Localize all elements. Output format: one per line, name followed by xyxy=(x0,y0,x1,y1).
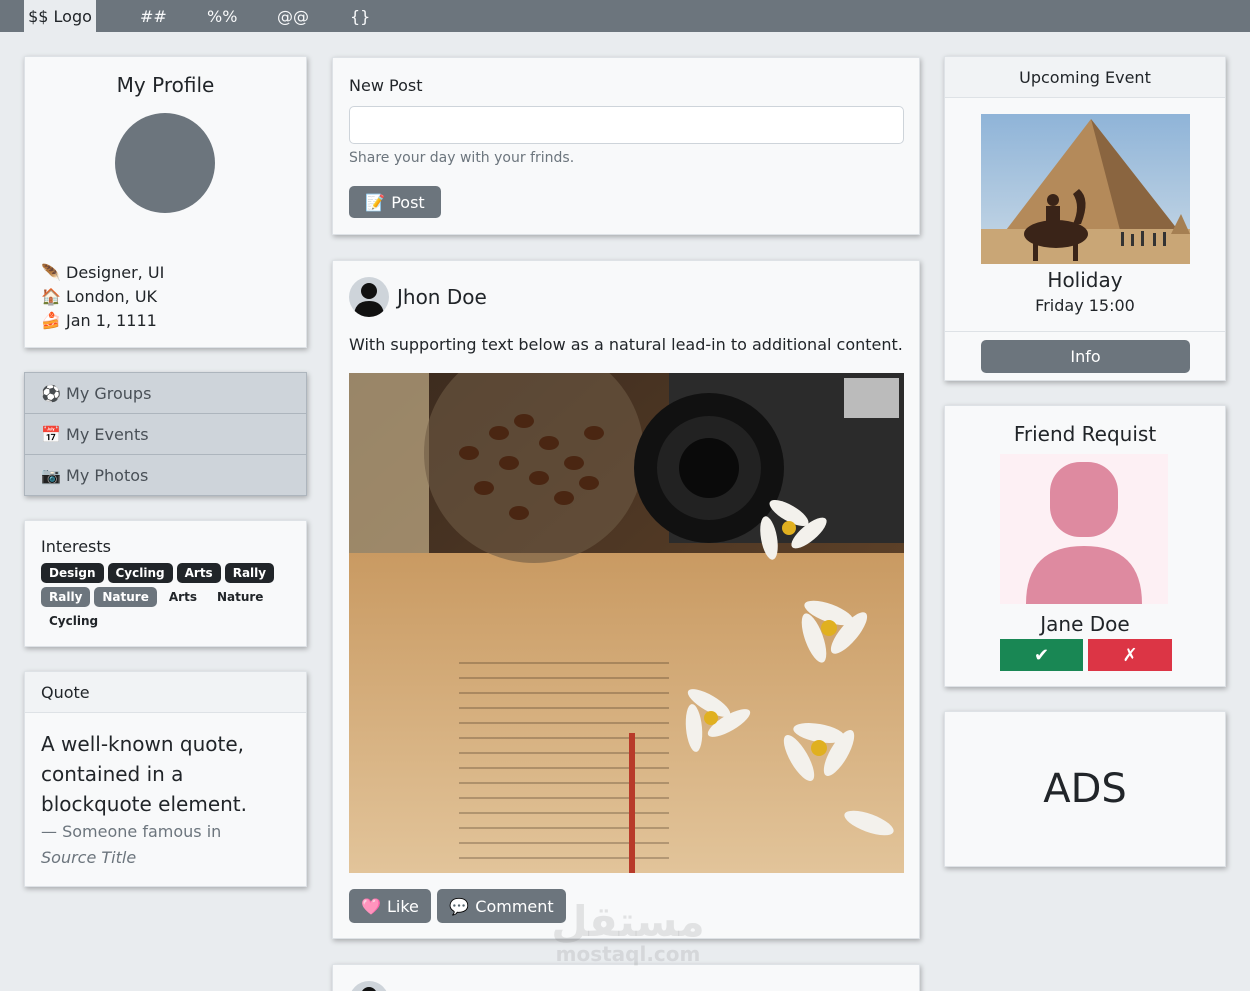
post-text: With supporting text below as a natural … xyxy=(349,335,903,354)
profile-card: My Profile 🪶 Designer, UI 🏠 London, UK 🍰… xyxy=(24,56,307,348)
friend-request-title: Friend Requist xyxy=(1013,422,1157,446)
post-card: Jhon Doe With supporting text below as a… xyxy=(332,260,920,939)
menu-item-photos[interactable]: 📷 My Photos xyxy=(25,455,306,496)
quote-body: A well-known quote, contained in a block… xyxy=(25,713,306,887)
reject-button[interactable]: ✗ xyxy=(1088,639,1172,671)
like-button[interactable]: 🩷 Like xyxy=(349,889,431,923)
post-photo xyxy=(349,373,904,873)
new-post-input[interactable] xyxy=(349,106,904,144)
interests-title: Interests xyxy=(41,537,111,556)
profile-title: My Profile xyxy=(116,73,215,97)
interest-badge: Arts xyxy=(168,590,197,604)
comment-button[interactable]: 💬 Comment xyxy=(437,889,566,923)
camera-icon: 📷 xyxy=(41,466,61,485)
friend-avatar-icon xyxy=(1000,454,1168,604)
watermark-arabic: مستقل xyxy=(551,897,705,946)
interest-badge: Arts xyxy=(176,563,221,583)
interest-badge: Nature xyxy=(94,587,157,607)
brand-logo[interactable]: $$ Logo xyxy=(24,0,96,32)
new-post-help: Share your day with your frinds. xyxy=(349,150,575,166)
house-icon: 🏠 xyxy=(41,287,61,306)
cake-icon: 🍰 xyxy=(41,311,61,330)
new-post-title: New Post xyxy=(349,76,423,95)
quote-card: Quote A well-known quote, contained in a… xyxy=(24,671,307,887)
quote-text: A well-known quote, contained in a block… xyxy=(41,732,248,816)
side-menu: ⚽ My Groups 📅 My Events 📷 My Photos xyxy=(24,372,307,496)
interest-badges: Design Cycling Arts Rally Rally Nature A… xyxy=(41,563,291,631)
event-name: Holiday xyxy=(1047,268,1123,292)
profile-avatar xyxy=(115,113,215,213)
interest-badge: Nature xyxy=(216,590,264,604)
new-post-card: New Post Share your day with your frinds… xyxy=(332,57,920,235)
event-info-button[interactable]: Info xyxy=(981,340,1190,373)
feather-icon: 🪶 xyxy=(41,263,61,282)
nav-link-at[interactable]: @@ xyxy=(277,0,309,32)
post-button[interactable]: 📝 Post xyxy=(349,186,441,218)
nav-link-percent[interactable]: %% xyxy=(207,0,237,32)
event-header: Upcoming Event xyxy=(945,57,1225,98)
accept-button[interactable]: ✔ xyxy=(1000,639,1083,671)
menu-item-groups[interactable]: ⚽ My Groups xyxy=(25,373,306,414)
profile-details: 🪶 Designer, UI 🏠 London, UK 🍰 Jan 1, 111… xyxy=(41,261,164,333)
event-photo xyxy=(981,114,1190,264)
menu-item-events[interactable]: 📅 My Events xyxy=(25,414,306,455)
watermark: مستقل mostaql.com xyxy=(548,897,708,966)
post-card-next xyxy=(332,964,920,991)
calendar-icon: 📅 xyxy=(41,424,61,444)
friend-name[interactable]: Jane Doe xyxy=(945,612,1225,636)
soccer-ball-icon: ⚽ xyxy=(41,383,61,403)
quote-source: Source Title xyxy=(41,848,137,867)
watermark-latin: mostaql.com xyxy=(555,942,701,966)
profile-location: 🏠 London, UK xyxy=(41,287,158,306)
heart-icon: 🩷 xyxy=(361,896,381,916)
profile-role: 🪶 Designer, UI xyxy=(41,263,165,282)
speech-bubble-icon: 💬 xyxy=(449,896,470,916)
nav-link-braces[interactable]: {} xyxy=(350,0,370,32)
ads-card: ADS xyxy=(944,711,1226,867)
profile-birthday: 🍰 Jan 1, 1111 xyxy=(41,311,157,330)
nav-link-hash[interactable]: ## xyxy=(140,0,167,32)
event-divider xyxy=(945,331,1225,332)
quote-header: Quote xyxy=(25,672,306,713)
friend-request-card: Friend Requist Jane Doe ✔ ✗ xyxy=(944,405,1226,687)
interests-card: Interests Design Cycling Arts Rally Rall… xyxy=(24,520,307,647)
interest-badge: Rally xyxy=(224,563,275,583)
interest-badge: Cycling xyxy=(49,614,99,628)
ads-text: ADS xyxy=(1043,766,1127,812)
event-card: Upcoming Event Holiday Friday 15:00 Info xyxy=(944,56,1226,381)
user-avatar-icon[interactable] xyxy=(349,981,389,991)
post-author[interactable]: Jhon Doe xyxy=(397,285,487,309)
quote-footer: — Someone famous in Source Title xyxy=(41,822,222,867)
user-avatar-icon[interactable] xyxy=(349,277,389,317)
event-time: Friday 15:00 xyxy=(1035,296,1135,315)
navbar: $$ Logo ## %% @@ {} xyxy=(0,0,1250,32)
interest-badge: Cycling xyxy=(107,563,173,583)
interest-badge: Rally xyxy=(41,587,91,607)
interest-badge: Design xyxy=(41,563,104,583)
memo-icon: 📝 xyxy=(365,192,386,212)
